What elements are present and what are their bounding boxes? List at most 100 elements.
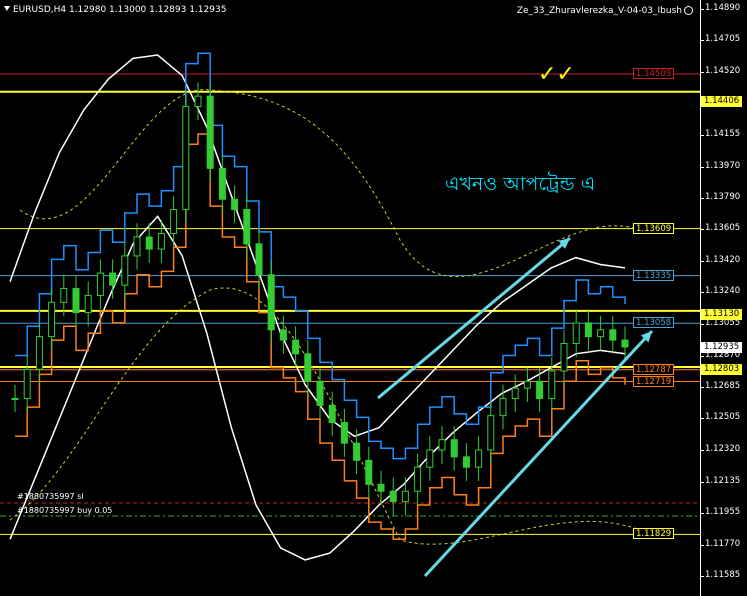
- price-tick-mark: [700, 261, 704, 263]
- price-tick-mark: [700, 355, 704, 357]
- price-tick-mark: [700, 450, 704, 451]
- axis-box-14406-spacer: [701, 74, 707, 85]
- level-label-1.13335: 1.13335: [633, 269, 675, 281]
- candle-body: [218, 167, 226, 200]
- candle-body: [621, 339, 629, 348]
- price-tick-label: 1.13970: [705, 160, 741, 171]
- price-tick-mark: [700, 387, 704, 389]
- price-tick-label: 1.13240: [705, 286, 741, 296]
- candle-body: [292, 339, 300, 355]
- level-label-1.13058: 1.13058: [633, 317, 675, 329]
- price-axis-line: [700, 0, 701, 596]
- candle-body: [401, 490, 409, 503]
- uptrend-note-text: এখনও আপট্রেন্ড এ: [445, 173, 596, 195]
- price-tick-label: 1.12685: [705, 381, 741, 392]
- candle-body: [584, 322, 592, 338]
- candle-body: [572, 322, 580, 345]
- price-tick-label: 1.13790: [705, 191, 741, 202]
- candle-body: [377, 483, 385, 492]
- candle-body: [35, 336, 43, 370]
- candle-body: [194, 95, 202, 107]
- candle-body: [511, 387, 519, 399]
- price-tick-label: 1.11585: [705, 570, 741, 581]
- candle-body: [267, 274, 275, 331]
- price-tick-label: 1.11955: [705, 506, 741, 517]
- candle-body: [462, 456, 470, 468]
- candle-body: [414, 466, 422, 492]
- candle-body: [548, 370, 556, 399]
- price-tick-label: 1.14705: [705, 34, 741, 45]
- price-tick-mark: [700, 8, 704, 10]
- candle-body: [353, 442, 361, 461]
- candle-body: [609, 329, 617, 341]
- candle-body: [487, 415, 495, 451]
- candle-body: [389, 490, 397, 503]
- expert-advisor-label[interactable]: Ze_33_Zhuravlerezka_V-04-03_Ibush: [517, 6, 693, 16]
- price-tick-label: 1.13420: [705, 255, 741, 266]
- level-label-1.14509: 1.14509: [633, 68, 675, 79]
- price-tick-mark: [700, 418, 704, 420]
- candle-body: [170, 209, 178, 235]
- candle-body: [109, 272, 117, 286]
- dropdown-triangle-icon[interactable]: [4, 6, 10, 11]
- candle-body: [231, 198, 239, 211]
- candle-body: [560, 343, 568, 372]
- price-tick-mark: [700, 292, 704, 293]
- bollinger-upper-band: [9, 54, 626, 438]
- price-tick-label: 1.14155: [705, 128, 741, 139]
- price-tick-mark: [700, 576, 704, 578]
- candle-body: [145, 236, 153, 250]
- level-label-1.11829: 1.11829: [633, 528, 675, 540]
- price-tick-mark: [700, 197, 704, 199]
- candle-body: [11, 397, 19, 400]
- checkmark-annotation: ✓✓: [538, 62, 575, 87]
- level-label-1.13609: 1.13609: [633, 222, 675, 234]
- candle-body: [72, 288, 80, 314]
- axis-box-level-12803: 1.12803: [701, 364, 743, 375]
- candle-body: [536, 380, 544, 399]
- candle-body: [438, 439, 446, 451]
- candle-body: [450, 439, 458, 458]
- axis-box-current-price: 1.12935: [701, 342, 743, 353]
- order-sl-label: #1880735997 sl: [17, 492, 84, 501]
- candle-body: [182, 105, 190, 211]
- candle-body: [304, 353, 312, 382]
- price-tick-label: 1.13605: [705, 223, 741, 234]
- price-tick-label: 1.12320: [705, 444, 741, 454]
- price-tick-mark: [700, 166, 704, 168]
- candle-body: [597, 329, 605, 338]
- price-tick-label: 1.12135: [705, 475, 741, 486]
- price-tick-mark: [700, 229, 704, 231]
- expert-name: Ze_33_Zhuravlerezka_V-04-03_Ibush: [516, 6, 682, 16]
- candle-body: [206, 95, 214, 169]
- chart-window[interactable]: EURUSD,H4 1.12980 1.13000 1.12893 1.1293…: [0, 0, 747, 596]
- candle-body: [48, 301, 56, 338]
- candle-body: [243, 209, 251, 245]
- price-tick-label: 1.12505: [705, 412, 741, 423]
- candle-body: [475, 449, 483, 468]
- candle-body: [255, 243, 263, 276]
- candle-body: [365, 459, 373, 485]
- symbol-header: EURUSD,H4 1.12980 1.13000 1.12893 1.1293…: [4, 5, 226, 15]
- candle-body: [96, 272, 104, 296]
- candle-body: [23, 368, 31, 399]
- symbol-info-text: EURUSD,H4 1.12980 1.13000 1.12893 1.1293…: [13, 5, 227, 15]
- price-tick-mark: [700, 134, 704, 136]
- candle-body: [60, 288, 68, 303]
- smiley-icon: [684, 6, 693, 15]
- candle-body: [84, 294, 92, 314]
- candle-body: [499, 397, 507, 417]
- axis-box-level-13130: 1.13130: [701, 309, 743, 320]
- candle-body: [157, 233, 165, 250]
- price-tick-label: 1.14520: [705, 66, 741, 77]
- price-tick-label: 1.14890: [705, 2, 741, 13]
- price-tick-mark: [700, 40, 704, 42]
- candle-body: [340, 422, 348, 444]
- candle-body: [426, 449, 434, 468]
- candle-body: [316, 380, 324, 406]
- candle-body: [279, 329, 287, 341]
- candle-body: [133, 236, 141, 257]
- price-tick-mark: [700, 481, 704, 483]
- candle-body: [328, 404, 336, 424]
- price-tick-mark: [700, 544, 704, 546]
